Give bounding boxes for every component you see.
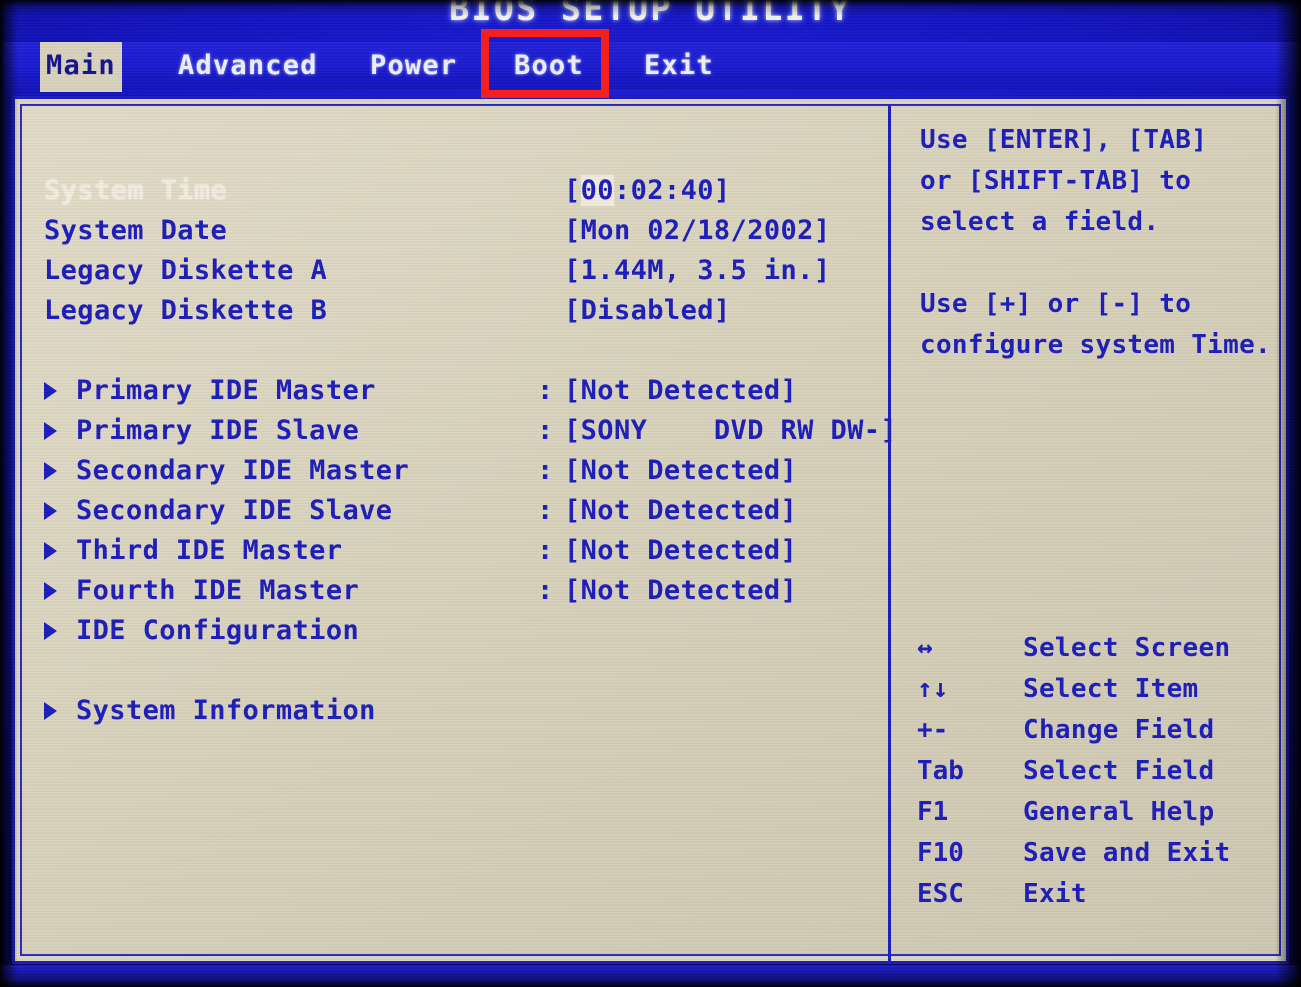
menu-tab-power[interactable]: Power — [364, 42, 463, 89]
setting-row[interactable]: Fourth IDE Master: [Not Detected] — [44, 574, 874, 608]
menu-tab-exit[interactable]: Exit — [638, 42, 720, 89]
setting-row[interactable]: Primary IDE Master: [Not Detected] — [44, 374, 874, 408]
setting-row[interactable]: Third IDE Master: [Not Detected] — [44, 534, 874, 568]
setting-label: Secondary IDE Slave — [76, 495, 393, 526]
setting-colon: : — [537, 535, 554, 566]
legend-row: ↔ Select Screen — [913, 628, 1286, 669]
setting-label: System Information — [76, 695, 376, 726]
legend-row: F10 Save and Exit — [913, 833, 1286, 874]
setting-row[interactable]: IDE Configuration — [44, 614, 874, 648]
frame-inset: System Time [00:02:40] System Date [Mon 02/… — [20, 104, 1281, 961]
setting-label: Secondary IDE Master — [76, 455, 410, 486]
setting-colon: : — [537, 455, 554, 486]
setting-label: Fourth IDE Master — [76, 575, 360, 606]
setting-value[interactable]: [SONY DVD RW DW-] — [564, 414, 897, 448]
edit-cursor-segment: 00 — [580, 175, 614, 206]
setting-value[interactable]: [Not Detected] — [564, 534, 797, 568]
setting-label: Primary IDE Master — [76, 375, 376, 406]
help-text-line: Use [ENTER], [TAB] — [920, 125, 1208, 155]
legend-label: Select Field — [1023, 756, 1215, 786]
legend-label: Select Item — [1023, 674, 1199, 704]
submenu-triangle-icon — [44, 542, 57, 560]
submenu-triangle-icon — [44, 582, 57, 600]
menu-tab-list: Main Advanced Power Boot Exit — [0, 42, 1301, 89]
key-legend: ↔ Select Screen ↑↓ Select Item +- Change Fiel… — [913, 628, 1286, 915]
legend-row: F1 General Help — [913, 792, 1286, 833]
setting-label: Primary IDE Slave — [76, 415, 360, 446]
help-text-line: Use [+] or [-] to — [920, 289, 1192, 319]
setting-row[interactable]: Secondary IDE Slave: [Not Detected] — [44, 494, 874, 528]
legend-label: Select Screen — [1023, 633, 1231, 663]
setting-colon: : — [537, 375, 554, 406]
legend-row: +- Change Field — [913, 710, 1286, 751]
setting-label: Third IDE Master — [76, 535, 343, 566]
menu-tab-advanced[interactable]: Advanced — [172, 42, 324, 89]
setting-row[interactable]: System Time [00:02:40] — [44, 174, 874, 208]
legend-row: Tab Select Field — [913, 751, 1286, 792]
legend-key: F1 — [917, 797, 949, 827]
setting-row[interactable]: Legacy Diskette A [1.44M, 3.5 in.] — [44, 254, 874, 288]
legend-row: ↑↓ Select Item — [913, 669, 1286, 710]
setting-colon: : — [537, 495, 554, 526]
help-text-spacer — [920, 243, 1280, 284]
legend-key: ↑↓ — [917, 674, 949, 704]
setting-colon: : — [537, 415, 554, 446]
setting-value[interactable]: [Not Detected] — [564, 574, 797, 608]
legend-label: Exit — [1023, 879, 1087, 909]
setting-value[interactable]: [00:02:40] — [564, 174, 731, 208]
menu-tab-main[interactable]: Main — [40, 42, 122, 89]
setting-row[interactable]: System Information — [44, 694, 874, 728]
setting-row[interactable]: Secondary IDE Master: [Not Detected] — [44, 454, 874, 488]
page-title: BIOS SETUP UTILITY — [449, 0, 852, 28]
content-frame: System Time [00:02:40] System Date [Mon 02/… — [12, 96, 1289, 964]
setting-value[interactable]: [1.44M, 3.5 in.] — [564, 254, 831, 288]
help-text-line: configure system Time. — [920, 330, 1271, 360]
title-bar: BIOS SETUP UTILITY — [0, 0, 1301, 38]
bottom-strip — [0, 965, 1301, 987]
help-panel: Use [ENTER], [TAB] or [SHIFT-TAB] to selec… — [891, 106, 1286, 961]
submenu-triangle-icon — [44, 422, 57, 440]
legend-key: F10 — [917, 838, 964, 868]
setting-row[interactable]: Legacy Diskette B [Disabled] — [44, 294, 874, 328]
submenu-triangle-icon — [44, 622, 57, 640]
setting-label: IDE Configuration — [76, 615, 360, 646]
bios-screen-photo: BIOS SETUP UTILITY Main Advanced Power Boot… — [0, 0, 1301, 987]
setting-value[interactable]: [Not Detected] — [564, 494, 797, 528]
setting-value[interactable]: [Not Detected] — [564, 454, 797, 488]
setting-value[interactable]: [Disabled] — [564, 294, 731, 328]
legend-label: General Help — [1023, 797, 1215, 827]
annotation-rectangle-boot — [481, 29, 609, 98]
setting-value[interactable]: [Mon 02/18/2002] — [564, 214, 831, 248]
help-text-block: Use [ENTER], [TAB] or [SHIFT-TAB] to selec… — [920, 120, 1280, 366]
submenu-triangle-icon — [44, 502, 57, 520]
setting-row[interactable]: Primary IDE Slave: [SONY DVD RW DW-] — [44, 414, 897, 448]
setting-label: Legacy Diskette B — [44, 295, 328, 326]
submenu-triangle-icon — [44, 702, 57, 720]
menu-bar: Main Advanced Power Boot Exit — [0, 42, 1301, 89]
legend-key: ↔ — [917, 633, 933, 663]
submenu-triangle-icon — [44, 382, 57, 400]
setting-label: Legacy Diskette A — [44, 255, 328, 286]
help-text-line: or [SHIFT-TAB] to — [920, 166, 1192, 196]
legend-key: +- — [917, 715, 949, 745]
setting-label: System Time — [44, 175, 228, 206]
legend-label: Change Field — [1023, 715, 1215, 745]
legend-key: ESC — [917, 879, 964, 909]
setting-row[interactable]: System Date [Mon 02/18/2002] — [44, 214, 874, 248]
help-text-line: select a field. — [920, 207, 1160, 237]
legend-label: Save and Exit — [1023, 838, 1231, 868]
setting-label: System Date — [44, 215, 228, 246]
settings-list: System Time [00:02:40] System Date [Mon 02/… — [22, 106, 897, 961]
submenu-triangle-icon — [44, 462, 57, 480]
setting-colon: : — [537, 575, 554, 606]
setting-value[interactable]: [Not Detected] — [564, 374, 797, 408]
legend-row: ESC Exit — [913, 874, 1286, 915]
legend-key: Tab — [917, 756, 964, 786]
